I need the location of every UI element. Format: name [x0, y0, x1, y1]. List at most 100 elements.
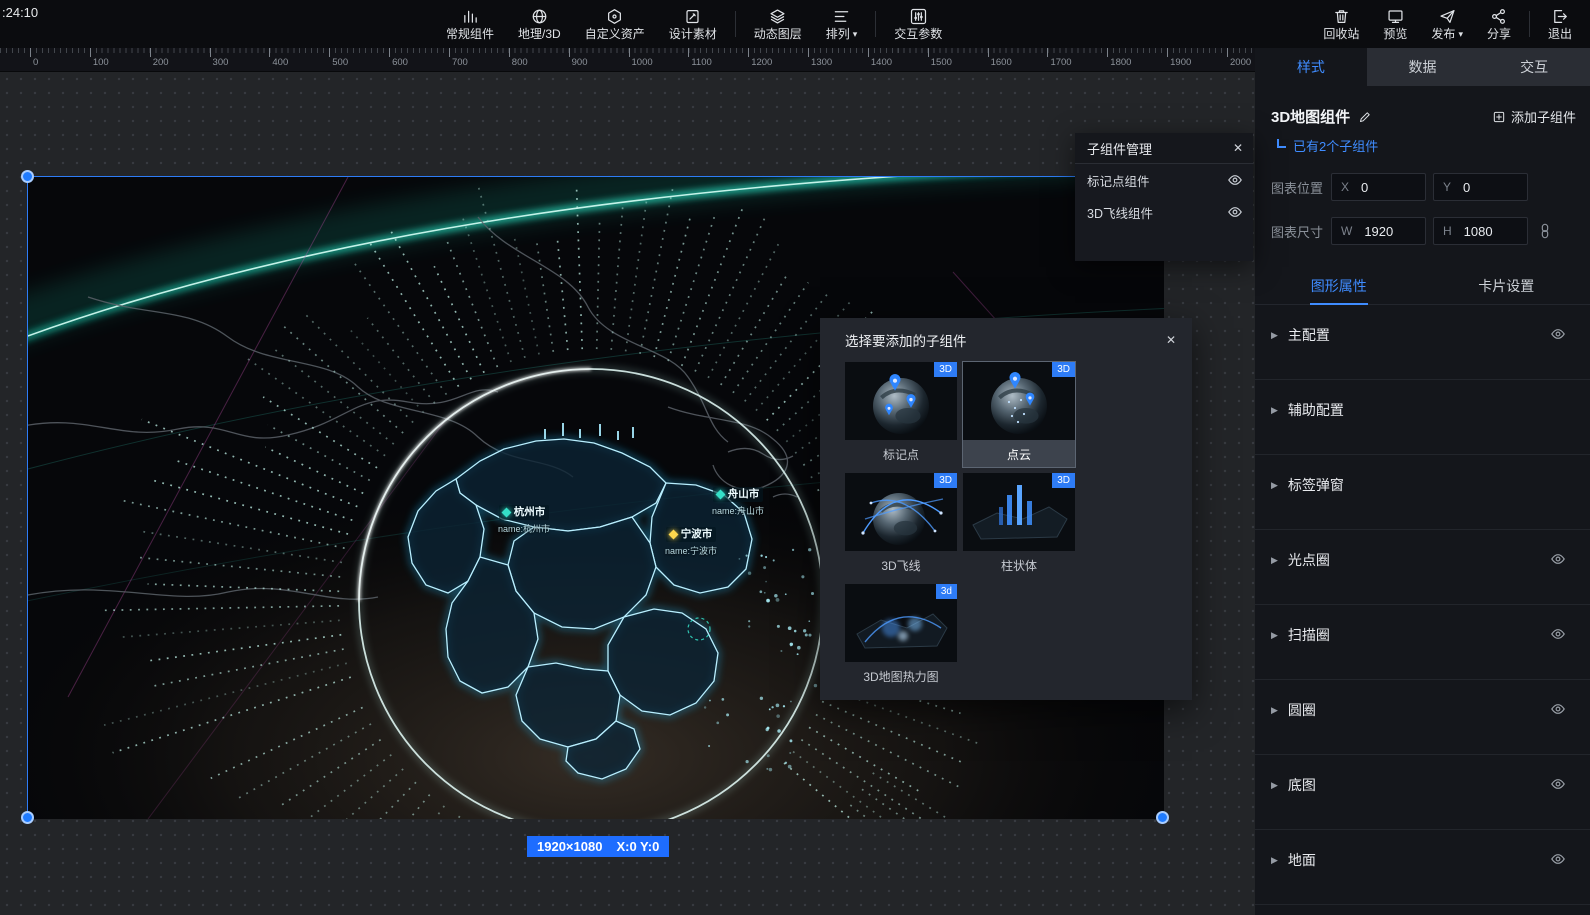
badge-3d: 3d	[936, 584, 957, 599]
action-publish[interactable]: 发布▾	[1419, 0, 1475, 48]
tool-design-materials[interactable]: 设计素材	[657, 0, 729, 48]
map-marker[interactable]: 宁波市name:宁波市	[665, 527, 717, 557]
panel-section[interactable]: ▶标签弹窗	[1255, 455, 1590, 530]
y-input[interactable]: Y 0	[1433, 173, 1528, 201]
subcomponent-tile-bars[interactable]: 3D 柱状体	[963, 473, 1075, 578]
action-recycle-bin[interactable]: 回收站	[1311, 0, 1371, 48]
tool-label: 交互参数	[894, 28, 942, 40]
preview-monitor-icon	[1387, 8, 1404, 25]
marker-pin-icon	[501, 507, 511, 517]
tool-dynamic-layers[interactable]: 动态图层	[742, 0, 814, 48]
tool-arrange[interactable]: 排列▾	[814, 0, 870, 48]
action-exit[interactable]: 退出	[1536, 0, 1584, 48]
tile-preview: 3D	[845, 362, 957, 440]
tool-interaction-params[interactable]: 交互参数	[882, 0, 954, 48]
eye-icon[interactable]	[1550, 626, 1566, 642]
selection-handle-bottom-left[interactable]	[21, 811, 34, 824]
ruler-tick	[329, 48, 330, 57]
tool-label: 动态图层	[754, 28, 802, 40]
tool-label: 常规组件	[446, 28, 494, 40]
chevron-right-icon: ▶	[1271, 405, 1278, 416]
exit-icon	[1551, 8, 1568, 25]
x-input[interactable]: X 0	[1331, 173, 1426, 201]
action-label: 回收站	[1323, 28, 1359, 40]
height-input[interactable]: H 1080	[1433, 217, 1528, 245]
subcomponent-tile-pointcloud[interactable]: 3D点云	[963, 362, 1075, 467]
tool-geo-3d[interactable]: 地理/3D	[506, 0, 573, 48]
eye-icon[interactable]	[1550, 701, 1566, 717]
panel-section[interactable]: ▶底图	[1255, 755, 1590, 830]
ruler-label: 2000	[1230, 57, 1251, 68]
ruler-label: 400	[272, 57, 288, 68]
action-preview[interactable]: 预览	[1371, 0, 1419, 48]
add-subcomponent-label: 添加子组件	[1511, 107, 1576, 126]
ruler-label: 900	[572, 57, 588, 68]
edit-pencil-icon[interactable]	[1358, 110, 1372, 124]
subcomponent-tile-marker[interactable]: 3D标记点	[845, 362, 957, 467]
badge-3d: 3D	[1052, 473, 1075, 488]
ruler-tick	[389, 48, 390, 57]
eye-icon[interactable]	[1227, 204, 1243, 220]
tool-label: 排列	[826, 28, 850, 40]
eye-icon[interactable]	[1227, 172, 1243, 188]
panel-section[interactable]: ▶光点圈	[1255, 530, 1590, 605]
eye-icon[interactable]	[1550, 776, 1566, 792]
ruler-tick	[509, 48, 510, 57]
topbar: :24:10 常规组件 地理/3D 自定义资产 设计素材 动态图层 排列▾	[0, 0, 1590, 48]
ruler-tick	[868, 48, 869, 57]
selection-handle-top-left[interactable]	[21, 170, 34, 183]
design-material-icon	[684, 8, 701, 25]
panel-section[interactable]: ▶主配置	[1255, 305, 1590, 380]
eye-icon[interactable]	[1550, 551, 1566, 567]
subcomponent-item[interactable]: 3D飞线组件	[1075, 196, 1253, 228]
ruler-label: 700	[452, 57, 468, 68]
aspect-link-icon[interactable]	[1537, 223, 1553, 239]
ruler-tick	[210, 48, 211, 57]
panel-section[interactable]: ▶地面	[1255, 830, 1590, 905]
tool-label: 自定义资产	[585, 28, 645, 40]
panel-section[interactable]: ▶圆圈	[1255, 680, 1590, 755]
ruler-label: 1600	[991, 57, 1012, 68]
close-icon[interactable]: ✕	[1233, 141, 1243, 155]
tab-data[interactable]: 数据	[1367, 48, 1479, 86]
map-marker[interactable]: 舟山市name:舟山市	[712, 487, 764, 517]
tab-card-settings[interactable]: 卡片设置	[1423, 267, 1590, 304]
tab-style[interactable]: 样式	[1255, 48, 1367, 86]
tool-custom-assets[interactable]: 自定义资产	[573, 0, 657, 48]
tool-label: 地理/3D	[518, 28, 561, 40]
tab-interaction[interactable]: 交互	[1478, 48, 1590, 86]
eye-icon[interactable]	[1550, 326, 1566, 342]
tab-graphic-properties[interactable]: 图形属性	[1255, 267, 1423, 304]
width-input[interactable]: W 1920	[1331, 217, 1426, 245]
add-square-icon	[1492, 110, 1506, 124]
subcomponent-tile-flyline[interactable]: 3D3D飞线	[845, 473, 957, 578]
tool-regular-components[interactable]: 常规组件	[434, 0, 506, 48]
tool-label: 设计素材	[669, 28, 717, 40]
action-share[interactable]: 分享	[1475, 0, 1523, 48]
eye-icon[interactable]	[1550, 851, 1566, 867]
subcomponent-item-label: 3D飞线组件	[1087, 203, 1153, 222]
section-label: 圆圈	[1288, 700, 1316, 720]
subcomponent-count-link[interactable]: 已有2个子组件	[1277, 136, 1574, 155]
map-marker[interactable]: 杭州市name:杭州市	[498, 505, 550, 535]
ruler-tick	[569, 48, 570, 57]
action-label: 退出	[1548, 28, 1572, 40]
tile-label: 柱状体	[963, 551, 1075, 576]
interaction-params-icon	[910, 8, 927, 25]
panel-section[interactable]: ▶扫描圈	[1255, 605, 1590, 680]
section-label: 光点圈	[1288, 550, 1330, 570]
action-label: 分享	[1487, 28, 1511, 40]
panel-section[interactable]: ▶辅助配置	[1255, 380, 1590, 455]
selection-handle-bottom-right[interactable]	[1156, 811, 1169, 824]
subcomponent-tile-heatmap[interactable]: 3d 3D地图热力图	[845, 584, 957, 689]
ruler-tick	[629, 48, 630, 57]
modal-title: 选择要添加的子组件	[845, 330, 967, 350]
close-icon[interactable]: ✕	[1166, 333, 1176, 347]
tile-label: 3D地图热力图	[845, 662, 957, 687]
tile-preview: 3D	[963, 473, 1075, 551]
ruler-tick	[30, 48, 31, 57]
size-value: 1920×1080	[537, 839, 602, 854]
toolbar-actions: 回收站 预览 发布▾ 分享 退出	[1311, 0, 1584, 48]
add-subcomponent-button[interactable]: 添加子组件	[1492, 107, 1576, 126]
subcomponent-item[interactable]: 标记点组件	[1075, 164, 1253, 196]
